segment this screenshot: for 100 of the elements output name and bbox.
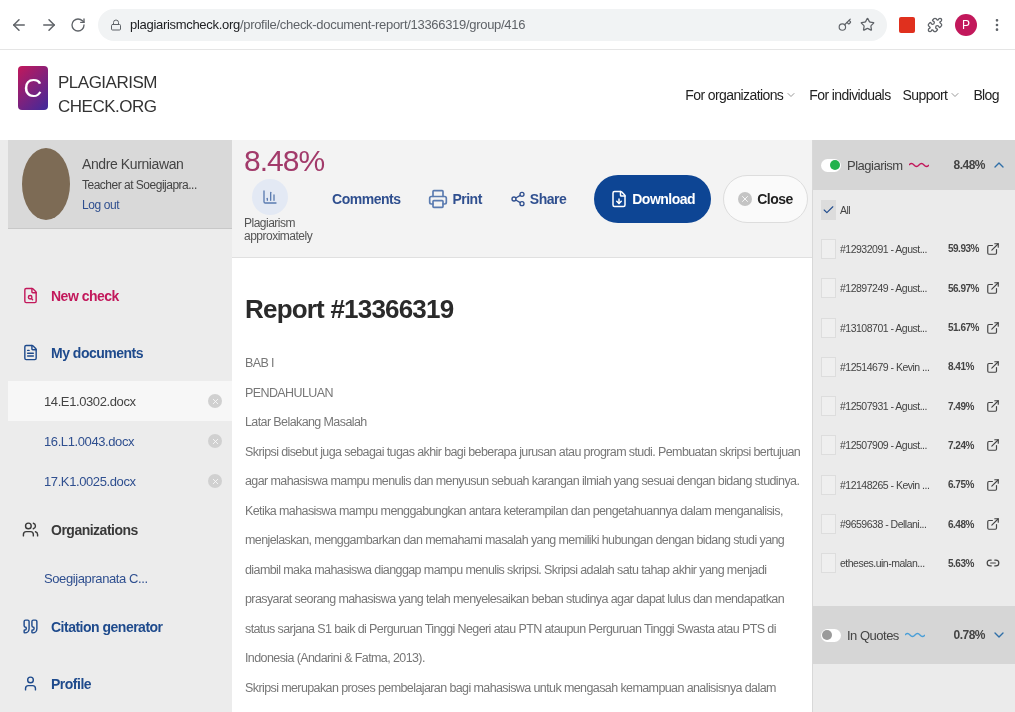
- group-label: Plagiarism: [847, 157, 903, 173]
- document-name: 16.L1.0043.docx: [44, 433, 135, 449]
- report-title: Report #13366319: [245, 294, 455, 325]
- sidebar-item[interactable]: Organizations: [8, 501, 232, 558]
- source-percent: 59.93%: [948, 243, 980, 255]
- close-icon: [210, 436, 220, 446]
- external-link-icon[interactable]: [986, 399, 1000, 414]
- source-label: #9659638 - Dellani...: [840, 518, 928, 530]
- sidebar-item[interactable]: Citation generator: [8, 598, 232, 655]
- document-name: Soegijapranata C...: [44, 570, 148, 586]
- source-row[interactable]: #12897249 - Agust... 56.97%: [813, 268, 1015, 308]
- logo-mark: C: [18, 66, 48, 110]
- report-text-line: status sarjana S1 baik di Perguruan Tinggi Negeri atau PTN ataupun Perguruan Tinggi Swasta atau PTS di: [245, 620, 777, 638]
- external-link-icon[interactable]: [986, 477, 1000, 492]
- close-icon: [210, 476, 220, 486]
- document-item[interactable]: 14.E1.0302.docx: [8, 381, 232, 421]
- document-item[interactable]: Soegijapranata C...: [8, 558, 232, 598]
- star-icon[interactable]: [860, 17, 875, 32]
- nav-link[interactable]: For organizations: [685, 87, 798, 103]
- key-icon[interactable]: [838, 17, 852, 32]
- comments-button[interactable]: Comments: [332, 190, 401, 207]
- source-percent: 6.48%: [948, 518, 975, 530]
- source-percent: 8.41%: [948, 361, 975, 373]
- chart-button[interactable]: [252, 178, 288, 215]
- sidebar-icon: [22, 287, 39, 304]
- sidebar-icon: [22, 675, 39, 692]
- sidebar-icon: [22, 344, 39, 361]
- source-label: #12897249 - Agust...: [840, 282, 928, 295]
- printer-icon: [428, 188, 449, 209]
- external-link-icon[interactable]: [986, 281, 1000, 296]
- source-label: #12148265 - Kevin ...: [840, 478, 931, 491]
- report-text-line: prasyarat seorang mahasiswa yang telah menyelesaikan beban studinya agar dapat lulus dan mendapatkan: [245, 591, 785, 608]
- document-item[interactable]: 17.K1.0025.docx: [8, 461, 232, 501]
- source-percent: 6.75%: [948, 479, 975, 491]
- report-text-line: Skripsi merupakan proses pembelajaran bagi mahasiswa untuk mengasah kemampuan analisisnya dalam: [245, 679, 777, 697]
- report-text-line: agar mahasiswa mampu menulis dan menyusun sebuah karangan ilmiah yang sesuai dengan bidang studinya.: [245, 473, 801, 490]
- sidebar-item[interactable]: Profile: [8, 655, 232, 712]
- source-row[interactable]: #12514679 - Kevin ... 8.41%: [813, 347, 1015, 387]
- source-percent: 56.97%: [948, 282, 980, 294]
- puzzle-icon[interactable]: [927, 16, 943, 33]
- close-button[interactable]: Close: [723, 174, 808, 223]
- report-text-line: Indonesia (Andarini & Fatma, 2013).: [245, 650, 426, 667]
- plagiarism-percent: 8.48%: [244, 146, 325, 175]
- report-text-line: BAB I: [245, 355, 275, 372]
- share-icon: [509, 190, 526, 207]
- source-row[interactable]: #9659638 - Dellani... 6.48%: [813, 504, 1015, 544]
- external-link-icon[interactable]: [986, 320, 1000, 335]
- source-row[interactable]: #12507931 - Agust... 7.49%: [813, 386, 1015, 426]
- nav-link[interactable]: Blog: [973, 87, 999, 103]
- address-bar[interactable]: plagiarismcheck.org/profile/check-document-report/13366319/group/416: [98, 8, 887, 41]
- source-label: #12507909 - Agust...: [840, 439, 928, 452]
- checkbox[interactable]: [821, 199, 836, 220]
- source-row[interactable]: #12932091 - Agust... 59.93%: [813, 229, 1015, 269]
- source-label: #13108701 - Agust...: [840, 321, 928, 334]
- print-button[interactable]: Print: [428, 188, 482, 209]
- pdf-file-icon: [610, 189, 629, 208]
- logo-text: CHECK.ORG: [58, 96, 157, 118]
- share-button[interactable]: Share: [509, 190, 567, 207]
- profile-avatar[interactable]: P: [955, 13, 977, 36]
- reload-icon[interactable]: [70, 16, 86, 33]
- source-label: etheses.uin-malan...: [840, 557, 926, 570]
- source-row[interactable]: #13108701 - Agust... 51.67%: [813, 307, 1015, 348]
- source-group-header[interactable]: Plagiarism 8.48%: [813, 140, 1015, 190]
- report-text-line: PENDAHULUAN: [245, 384, 334, 402]
- toggle-switch[interactable]: [821, 158, 841, 172]
- document-item[interactable]: 16.L1.0043.docx: [8, 421, 232, 461]
- source-group-header[interactable]: In Quotes 0.78%: [813, 606, 1015, 664]
- sidebar-item[interactable]: My documents: [8, 324, 232, 381]
- logo-text: PLAGIARISM: [58, 72, 157, 94]
- group-label: In Quotes: [847, 627, 899, 643]
- document-name: 14.E1.0302.docx: [44, 393, 136, 409]
- toggle-switch[interactable]: [821, 628, 841, 642]
- nav-link[interactable]: Support: [902, 87, 962, 103]
- source-label: #12932091 - Agust...: [840, 242, 928, 255]
- external-link-icon[interactable]: [986, 517, 1000, 531]
- external-link-icon[interactable]: [986, 359, 1000, 374]
- group-percent: 8.48%: [953, 158, 985, 172]
- source-label: All: [840, 203, 852, 216]
- external-link-icon[interactable]: [986, 241, 1000, 256]
- group-percent: 0.78%: [953, 628, 985, 642]
- lock-icon: [110, 18, 122, 31]
- nav-link[interactable]: For individuals: [809, 87, 891, 103]
- source-row[interactable]: etheses.uin-malan... 5.63%: [813, 543, 1015, 583]
- source-percent: 7.49%: [948, 400, 975, 412]
- source-row[interactable]: All: [813, 190, 1015, 230]
- external-link-icon[interactable]: [986, 438, 1000, 453]
- source-label: #12514679 - Kevin ...: [840, 360, 931, 373]
- download-button[interactable]: Download: [594, 174, 712, 223]
- source-row[interactable]: #12507909 - Agust... 7.24%: [813, 425, 1015, 466]
- user-role: Teacher at Soegijapra...: [82, 178, 197, 192]
- report-text-line: menjelaskan, menggambarkan dan memahami masalah yang memiliki hubungan dengan bidang studi yang: [245, 532, 786, 549]
- source-percent: 5.63%: [948, 557, 975, 569]
- source-row[interactable]: #12148265 - Kevin ... 6.75%: [813, 465, 1015, 505]
- logout-link[interactable]: Log out: [82, 198, 197, 212]
- source-percent: 51.67%: [948, 322, 980, 334]
- sidebar-icon: [22, 521, 39, 538]
- report-text-line: Skripsi disebut juga sebagai tugas akhir bagi beberapa jurusan atau program studi. Pembuatan skripsi bertujuan: [245, 443, 802, 461]
- sidebar-item[interactable]: New check: [8, 267, 232, 324]
- report-text-line: diambil maka mahasiswa dianggap mampu menulis skripsi. Skripsi adalah satu tahap akhir yang menjadi: [245, 561, 768, 579]
- extension-icon[interactable]: [899, 16, 915, 33]
